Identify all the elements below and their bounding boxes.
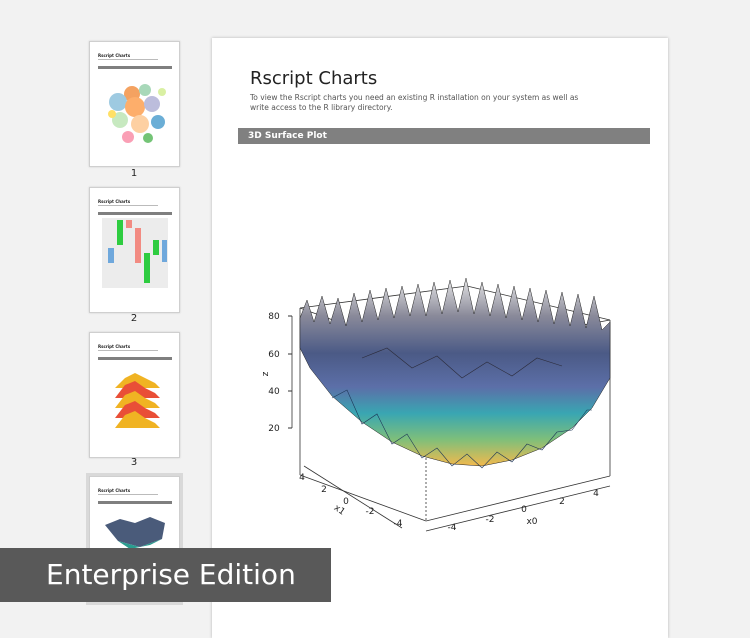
thumbnail-page-2[interactable]: Rscript Charts xyxy=(89,187,180,313)
edition-banner: Enterprise Edition xyxy=(0,548,331,602)
x1-tick: 0 xyxy=(343,497,349,507)
x0-tick: -4 xyxy=(448,523,457,533)
ridgeline-chart-thumbnail xyxy=(115,373,160,428)
bubble-chart-thumbnail xyxy=(108,84,166,143)
page-description: To view the Rscript charts you need an e… xyxy=(250,93,579,112)
thumbnail-page-1[interactable]: Rscript Charts xyxy=(89,41,180,167)
thumbnail-page-number: 1 xyxy=(130,168,138,179)
z-tick: 60 xyxy=(268,350,280,360)
x0-tick: 2 xyxy=(559,497,565,507)
thumbnail-page-number: 2 xyxy=(130,313,138,324)
x0-axis-label: x0 xyxy=(526,517,537,527)
z-tick: 40 xyxy=(268,387,280,397)
z-tick: 80 xyxy=(268,312,280,322)
surface-mesh xyxy=(299,277,611,469)
x0-tick: -2 xyxy=(486,515,495,525)
thumbnail-page-number: 3 xyxy=(130,457,138,468)
z-tick: 20 xyxy=(268,424,280,434)
page-title: Rscript Charts xyxy=(250,68,378,89)
x0-axis: -4 -2 0 2 4 x0 xyxy=(425,485,611,533)
waterfall-chart-thumbnail xyxy=(102,218,168,288)
thumbnail-rail: Rscript Charts 1 Rscript Charts 2 Rscrip… xyxy=(0,0,200,605)
x1-tick: 2 xyxy=(321,485,327,495)
thumbnail-page-3[interactable]: Rscript Charts xyxy=(89,332,180,458)
z-axis-label: z xyxy=(261,371,271,376)
x1-tick: 4 xyxy=(299,473,305,483)
x1-tick: -4 xyxy=(394,519,403,529)
surface-plot: 80 60 40 20 z 4 2 0 -2 -4 x1 -4 -2 0 2 4… xyxy=(261,277,611,533)
x1-axis: 4 2 0 -2 -4 x1 xyxy=(299,465,403,529)
x0-tick: 0 xyxy=(521,505,527,515)
x0-tick: 4 xyxy=(593,489,599,499)
section-heading: 3D Surface Plot xyxy=(238,128,650,144)
x1-tick: -2 xyxy=(366,507,375,517)
z-axis: 80 60 40 20 z xyxy=(261,312,293,434)
